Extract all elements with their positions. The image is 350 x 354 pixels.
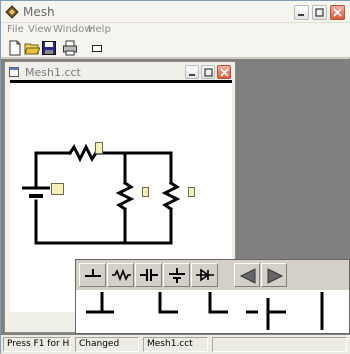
palette-capacitor-button[interactable] xyxy=(135,263,162,287)
new-icon[interactable] xyxy=(7,40,23,56)
wire-corner-left-bottom xyxy=(158,292,178,314)
status-empty-pane xyxy=(212,337,347,352)
close-icon xyxy=(333,8,342,17)
document-title-bar[interactable]: Mesh1.cct xyxy=(5,62,235,82)
mesh-app-icon xyxy=(5,5,19,19)
maximize-button[interactable] xyxy=(312,5,327,20)
palette-tiles[interactable] xyxy=(76,290,349,333)
palette-wire-t-button[interactable] xyxy=(79,263,106,287)
menu-file[interactable]: File xyxy=(7,24,24,35)
wire-t-junction-icon xyxy=(85,269,101,277)
battery-label[interactable] xyxy=(51,183,64,195)
doc-minimize-button[interactable] xyxy=(185,65,199,79)
menu-help[interactable]: Help xyxy=(88,24,111,35)
menu-view[interactable]: View xyxy=(28,24,52,35)
resistor-icon xyxy=(112,268,131,282)
palette-toolbar xyxy=(76,260,349,290)
status-state: Changed xyxy=(75,337,139,352)
toolbar xyxy=(1,38,350,58)
wire-corner-right-bottom xyxy=(208,292,228,314)
resistor-top-label[interactable] xyxy=(95,142,103,154)
status-bar: Press F1 for Help Changed Mesh1.cct xyxy=(1,335,350,354)
wire-t-left xyxy=(266,298,286,330)
main-window: Mesh File View Window Help Mesh1.cct Pre… xyxy=(0,0,350,354)
palette-prev-button[interactable] xyxy=(234,263,260,287)
doc-maximize-button[interactable] xyxy=(201,65,215,79)
resistor-mid xyxy=(115,180,135,212)
wire-t-down xyxy=(86,292,114,314)
minimize-icon xyxy=(189,74,195,76)
window-title: Mesh xyxy=(23,5,55,19)
document-icon xyxy=(9,67,19,77)
minimize-icon xyxy=(298,14,304,16)
menu-window[interactable]: Window xyxy=(53,24,92,35)
close-button[interactable] xyxy=(330,5,345,20)
layout-icon[interactable] xyxy=(90,40,106,56)
component-palette xyxy=(75,259,350,334)
save-icon[interactable] xyxy=(41,40,57,56)
battery xyxy=(22,186,50,198)
document-title: Mesh1.cct xyxy=(25,66,81,79)
status-file: Mesh1.cct xyxy=(143,337,208,352)
diode-icon xyxy=(196,268,214,282)
battery-icon xyxy=(169,268,185,283)
resistor-right xyxy=(161,180,181,212)
close-icon xyxy=(220,68,229,77)
open-icon[interactable] xyxy=(24,40,40,56)
capacitor-icon xyxy=(140,269,158,281)
palette-next-button[interactable] xyxy=(261,263,287,287)
palette-resistor-button[interactable] xyxy=(107,263,134,287)
status-help: Press F1 for Help xyxy=(3,337,71,352)
resistor-right-label[interactable] xyxy=(188,187,195,197)
menu-bar: File View Window Help xyxy=(1,23,350,38)
maximize-icon xyxy=(204,68,213,77)
palette-battery-button[interactable] xyxy=(163,263,190,287)
maximize-icon xyxy=(315,8,324,17)
arrow-right-icon xyxy=(267,268,284,284)
arrow-left-icon xyxy=(239,268,256,284)
title-bar[interactable]: Mesh xyxy=(1,1,350,23)
resistor-mid-label[interactable] xyxy=(142,187,149,197)
doc-close-button[interactable] xyxy=(217,65,231,79)
print-icon[interactable] xyxy=(62,40,78,56)
minimize-button[interactable] xyxy=(294,5,309,20)
resistor-top xyxy=(67,143,99,163)
palette-diode-button[interactable] xyxy=(191,263,218,287)
